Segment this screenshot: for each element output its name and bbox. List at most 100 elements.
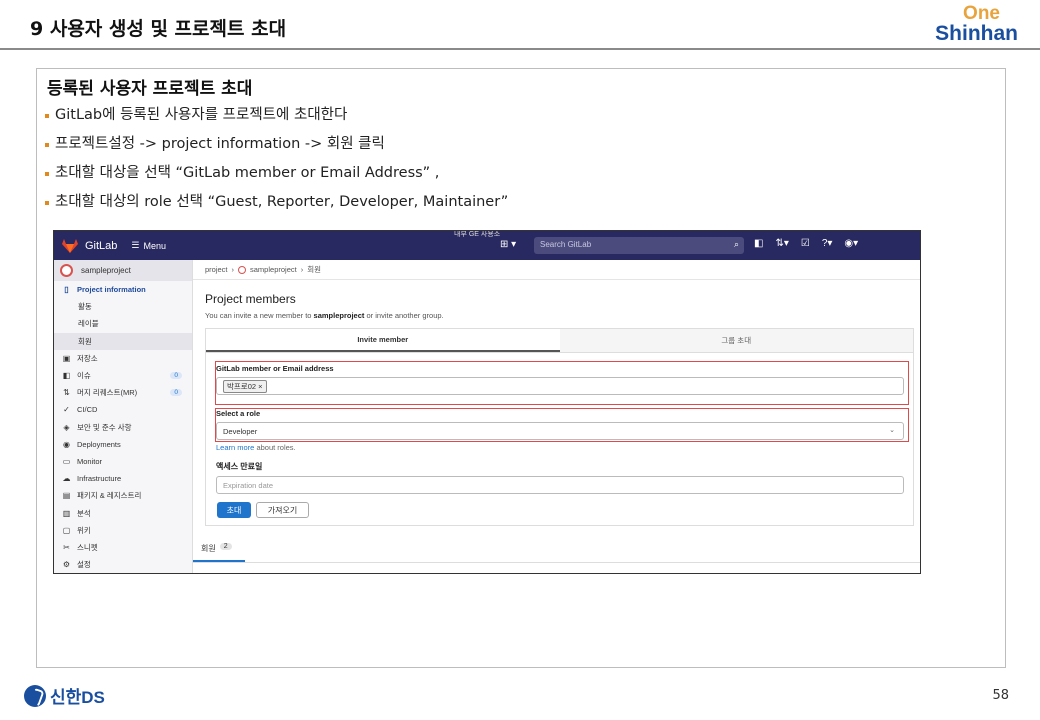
sidebar-item[interactable]: ▣ 저장소 bbox=[54, 350, 192, 367]
sidebar-item-label: 패키지 & 레지스트리 bbox=[77, 491, 142, 501]
sidebar-item-icon: ▣ bbox=[62, 353, 71, 363]
bullet-text: GitLab에 등록된 사용자를 프로젝트에 초대한다 bbox=[55, 107, 348, 123]
sidebar-item[interactable]: 활동 bbox=[54, 298, 192, 315]
new-item-icon[interactable]: ⊞ ▾ bbox=[500, 239, 516, 250]
shinhan-logo-icon bbox=[24, 684, 46, 707]
invite-tabs: Invite member 그룹 초대 bbox=[206, 329, 913, 353]
bullet-list: GitLab에 등록된 사용자를 프로젝트에 초대한다 프로젝트설정 -> pr… bbox=[45, 105, 508, 221]
sidebar-item-icon: ⚙ bbox=[62, 560, 71, 570]
top-note: 내부 GE 사용소 bbox=[454, 231, 501, 238]
issues-icon[interactable]: ◧ bbox=[754, 238, 763, 249]
count-badge: 0 bbox=[170, 372, 182, 380]
role-label: Select a role bbox=[216, 409, 261, 418]
sidebar-item-icon: ☁ bbox=[62, 474, 71, 484]
sidebar-item-icon: ▢ bbox=[62, 525, 71, 535]
sidebar-item-icon: ⇅ bbox=[63, 388, 70, 398]
sidebar-item-label: CI/CD bbox=[77, 405, 98, 415]
bullet-text: 초대할 대상을 선택 “GitLab member or Email Addre… bbox=[55, 165, 440, 181]
import-button[interactable]: 가져오기 bbox=[256, 502, 309, 518]
sidebar-item[interactable]: ◈ 보안 및 준수 사항 bbox=[54, 419, 192, 436]
sidebar-item-icon: ✂ bbox=[63, 542, 70, 552]
learn-suffix: about roles. bbox=[254, 443, 296, 452]
member-input[interactable]: 박프로02 × bbox=[216, 377, 904, 395]
bullet-icon bbox=[45, 114, 49, 118]
avatar[interactable]: ◉▾ bbox=[844, 238, 858, 249]
breadcrumb-item[interactable]: 회원 bbox=[307, 264, 321, 275]
desc-suffix: or invite another group. bbox=[364, 311, 444, 320]
page-title: Project members bbox=[205, 292, 296, 306]
merge-request-icon[interactable]: ⇅▾ bbox=[775, 238, 788, 249]
sidebar-item[interactable]: ◉ Deployments bbox=[54, 436, 192, 453]
invite-panel: Invite member 그룹 초대 GitLab member or Ema… bbox=[205, 328, 914, 526]
sidebar-item[interactable]: 회원 bbox=[54, 332, 192, 350]
todo-icon[interactable]: ☑ bbox=[801, 238, 810, 249]
sidebar-item-icon: ▥ bbox=[62, 508, 71, 518]
sidebar-item[interactable]: ☁ Infrastructure bbox=[54, 470, 192, 487]
chevron-right-icon: › bbox=[300, 265, 304, 274]
sidebar-item-label: 스니펫 bbox=[77, 542, 98, 552]
hamburger-icon: ☰ bbox=[131, 240, 140, 250]
bullet-text: 초대할 대상의 role 선택 “Guest, Reporter, Develo… bbox=[55, 194, 509, 210]
sidebar-item[interactable]: ▯ Project information bbox=[54, 281, 192, 298]
topbar-icons: ◧ ⇅▾ ☑ ?▾ ◉▾ bbox=[754, 238, 858, 249]
expiry-date-input[interactable]: Expiration date bbox=[216, 476, 904, 494]
gitlab-app-name[interactable]: GitLab bbox=[85, 240, 117, 252]
sidebar-item-label: Infrastructure bbox=[77, 474, 122, 484]
sidebar-item-label: 이슈 bbox=[77, 371, 91, 381]
sidebar-item[interactable]: ⇅ 머지 리퀘스트(MR) 0 bbox=[54, 384, 192, 401]
menu-label: Menu bbox=[143, 240, 167, 251]
breadcrumb-item[interactable]: project bbox=[205, 265, 228, 274]
chevron-right-icon: › bbox=[231, 265, 235, 274]
sidebar-item-label: 활동 bbox=[78, 302, 92, 312]
section-title: 등록된 사용자 프로젝트 초대 bbox=[47, 79, 253, 99]
bullet-item: GitLab에 등록된 사용자를 프로젝트에 초대한다 bbox=[45, 105, 508, 134]
sidebar-item-label: Deployments bbox=[77, 439, 121, 449]
sidebar-item-icon: ▭ bbox=[62, 456, 71, 466]
member-chip[interactable]: 박프로02 × bbox=[223, 379, 267, 393]
footer-logo-text: 신한DS bbox=[50, 688, 105, 707]
sidebar-item-label: 설정 bbox=[77, 560, 91, 570]
invite-button[interactable]: 초대 bbox=[217, 502, 251, 518]
learn-more-link[interactable]: Learn more bbox=[216, 443, 254, 452]
gitlab-sidebar: sampleproject ▯ Project information 활동레이블회… bbox=[54, 260, 193, 573]
search-icon: ⌕ bbox=[733, 239, 739, 249]
sidebar-item[interactable]: ▭ Monitor bbox=[54, 453, 192, 470]
help-icon[interactable]: ?▾ bbox=[822, 238, 833, 249]
sidebar-item-label: Monitor bbox=[77, 456, 103, 466]
gitlab-main: project › sampleproject › 회원 Project membe… bbox=[193, 260, 920, 573]
sidebar-item-label: 회원 bbox=[78, 336, 92, 346]
brand-shinhan: Shinhan bbox=[935, 22, 1018, 45]
members-tab-label: 회원 bbox=[201, 544, 216, 553]
gitlab-logo-icon[interactable] bbox=[62, 238, 79, 253]
sidebar-item-icon: ✓ bbox=[63, 405, 70, 415]
bullet-item: 초대할 대상의 role 선택 “Guest, Reporter, Develo… bbox=[45, 192, 508, 221]
breadcrumb: project › sampleproject › 회원 bbox=[193, 260, 920, 280]
sidebar-item[interactable]: ▤ 패키지 & 레지스트리 bbox=[54, 487, 192, 504]
search-placeholder: Search GitLab bbox=[540, 240, 592, 249]
tab-invite-member[interactable]: Invite member bbox=[206, 329, 560, 352]
sidebar-item[interactable]: ▢ 위키 bbox=[54, 522, 192, 539]
sidebar-item-icon: ▤ bbox=[62, 491, 71, 501]
count-badge: 0 bbox=[170, 389, 182, 397]
sidebar-item-icon: ◧ bbox=[62, 371, 71, 381]
sidebar-item-icon: ▯ bbox=[64, 285, 69, 295]
gitlab-screenshot: 내부 GE 사용소 GitLab ☰ Menu ⊞ ▾ Search GitLab… bbox=[53, 230, 921, 574]
sidebar-item[interactable]: ▥ 분석 bbox=[54, 504, 192, 521]
bullet-icon bbox=[45, 201, 49, 205]
bullet-icon bbox=[45, 172, 49, 176]
expiry-label: 액세스 만료일 bbox=[216, 462, 263, 471]
menu-button[interactable]: ☰ Menu bbox=[131, 240, 166, 251]
sidebar-item[interactable]: ✓ CI/CD bbox=[54, 401, 192, 418]
role-select[interactable]: Developer ⌄ bbox=[216, 422, 904, 440]
sidebar-item-label: Project information bbox=[77, 285, 146, 295]
search-input[interactable]: Search GitLab ⌕ bbox=[534, 237, 744, 254]
footer-logo: 신한DS bbox=[24, 683, 105, 708]
sidebar-item[interactable]: ◧ 이슈 0 bbox=[54, 367, 192, 384]
sidebar-item[interactable]: ✂ 스니펫 bbox=[54, 539, 192, 556]
breadcrumb-item[interactable]: sampleproject bbox=[250, 265, 297, 274]
sidebar-item[interactable]: 레이블 bbox=[54, 315, 192, 332]
tab-invite-group[interactable]: 그룹 초대 bbox=[559, 329, 913, 352]
sidebar-project[interactable]: sampleproject bbox=[54, 260, 192, 281]
sidebar-item[interactable]: ⚙ 설정 bbox=[54, 556, 192, 573]
chevron-down-icon: ⌄ bbox=[889, 427, 895, 434]
